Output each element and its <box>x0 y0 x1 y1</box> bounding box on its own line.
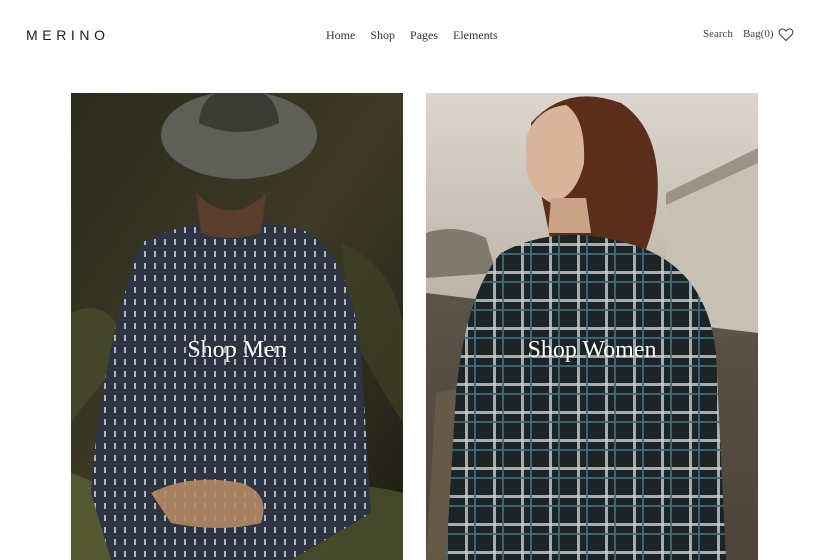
bag-label: Bag <box>742 28 761 40</box>
men-photo <box>71 93 403 560</box>
nav-shop[interactable]: Shop <box>370 28 395 43</box>
shop-women-label: Shop Women <box>527 337 657 363</box>
header-tools: Search Bag(0) <box>703 28 774 40</box>
nav-elements[interactable]: Elements <box>453 28 498 43</box>
main-nav: Home Shop Pages Elements <box>326 28 498 43</box>
search-link[interactable]: Search <box>703 28 733 40</box>
bag-count: (0) <box>760 28 774 40</box>
shop-men-label: Shop Men <box>187 337 287 363</box>
shop-women-card[interactable]: Shop Women <box>426 93 758 560</box>
nav-home[interactable]: Home <box>326 28 355 43</box>
bag-link[interactable]: Bag(0) <box>743 28 774 40</box>
brand-logo[interactable]: MERINO <box>26 27 110 43</box>
site-header: MERINO Home Shop Pages Elements Search B… <box>0 0 830 70</box>
women-photo <box>426 93 758 560</box>
shop-men-card[interactable]: Shop Men <box>71 93 403 560</box>
heart-icon[interactable] <box>778 27 794 42</box>
nav-pages[interactable]: Pages <box>410 28 438 43</box>
